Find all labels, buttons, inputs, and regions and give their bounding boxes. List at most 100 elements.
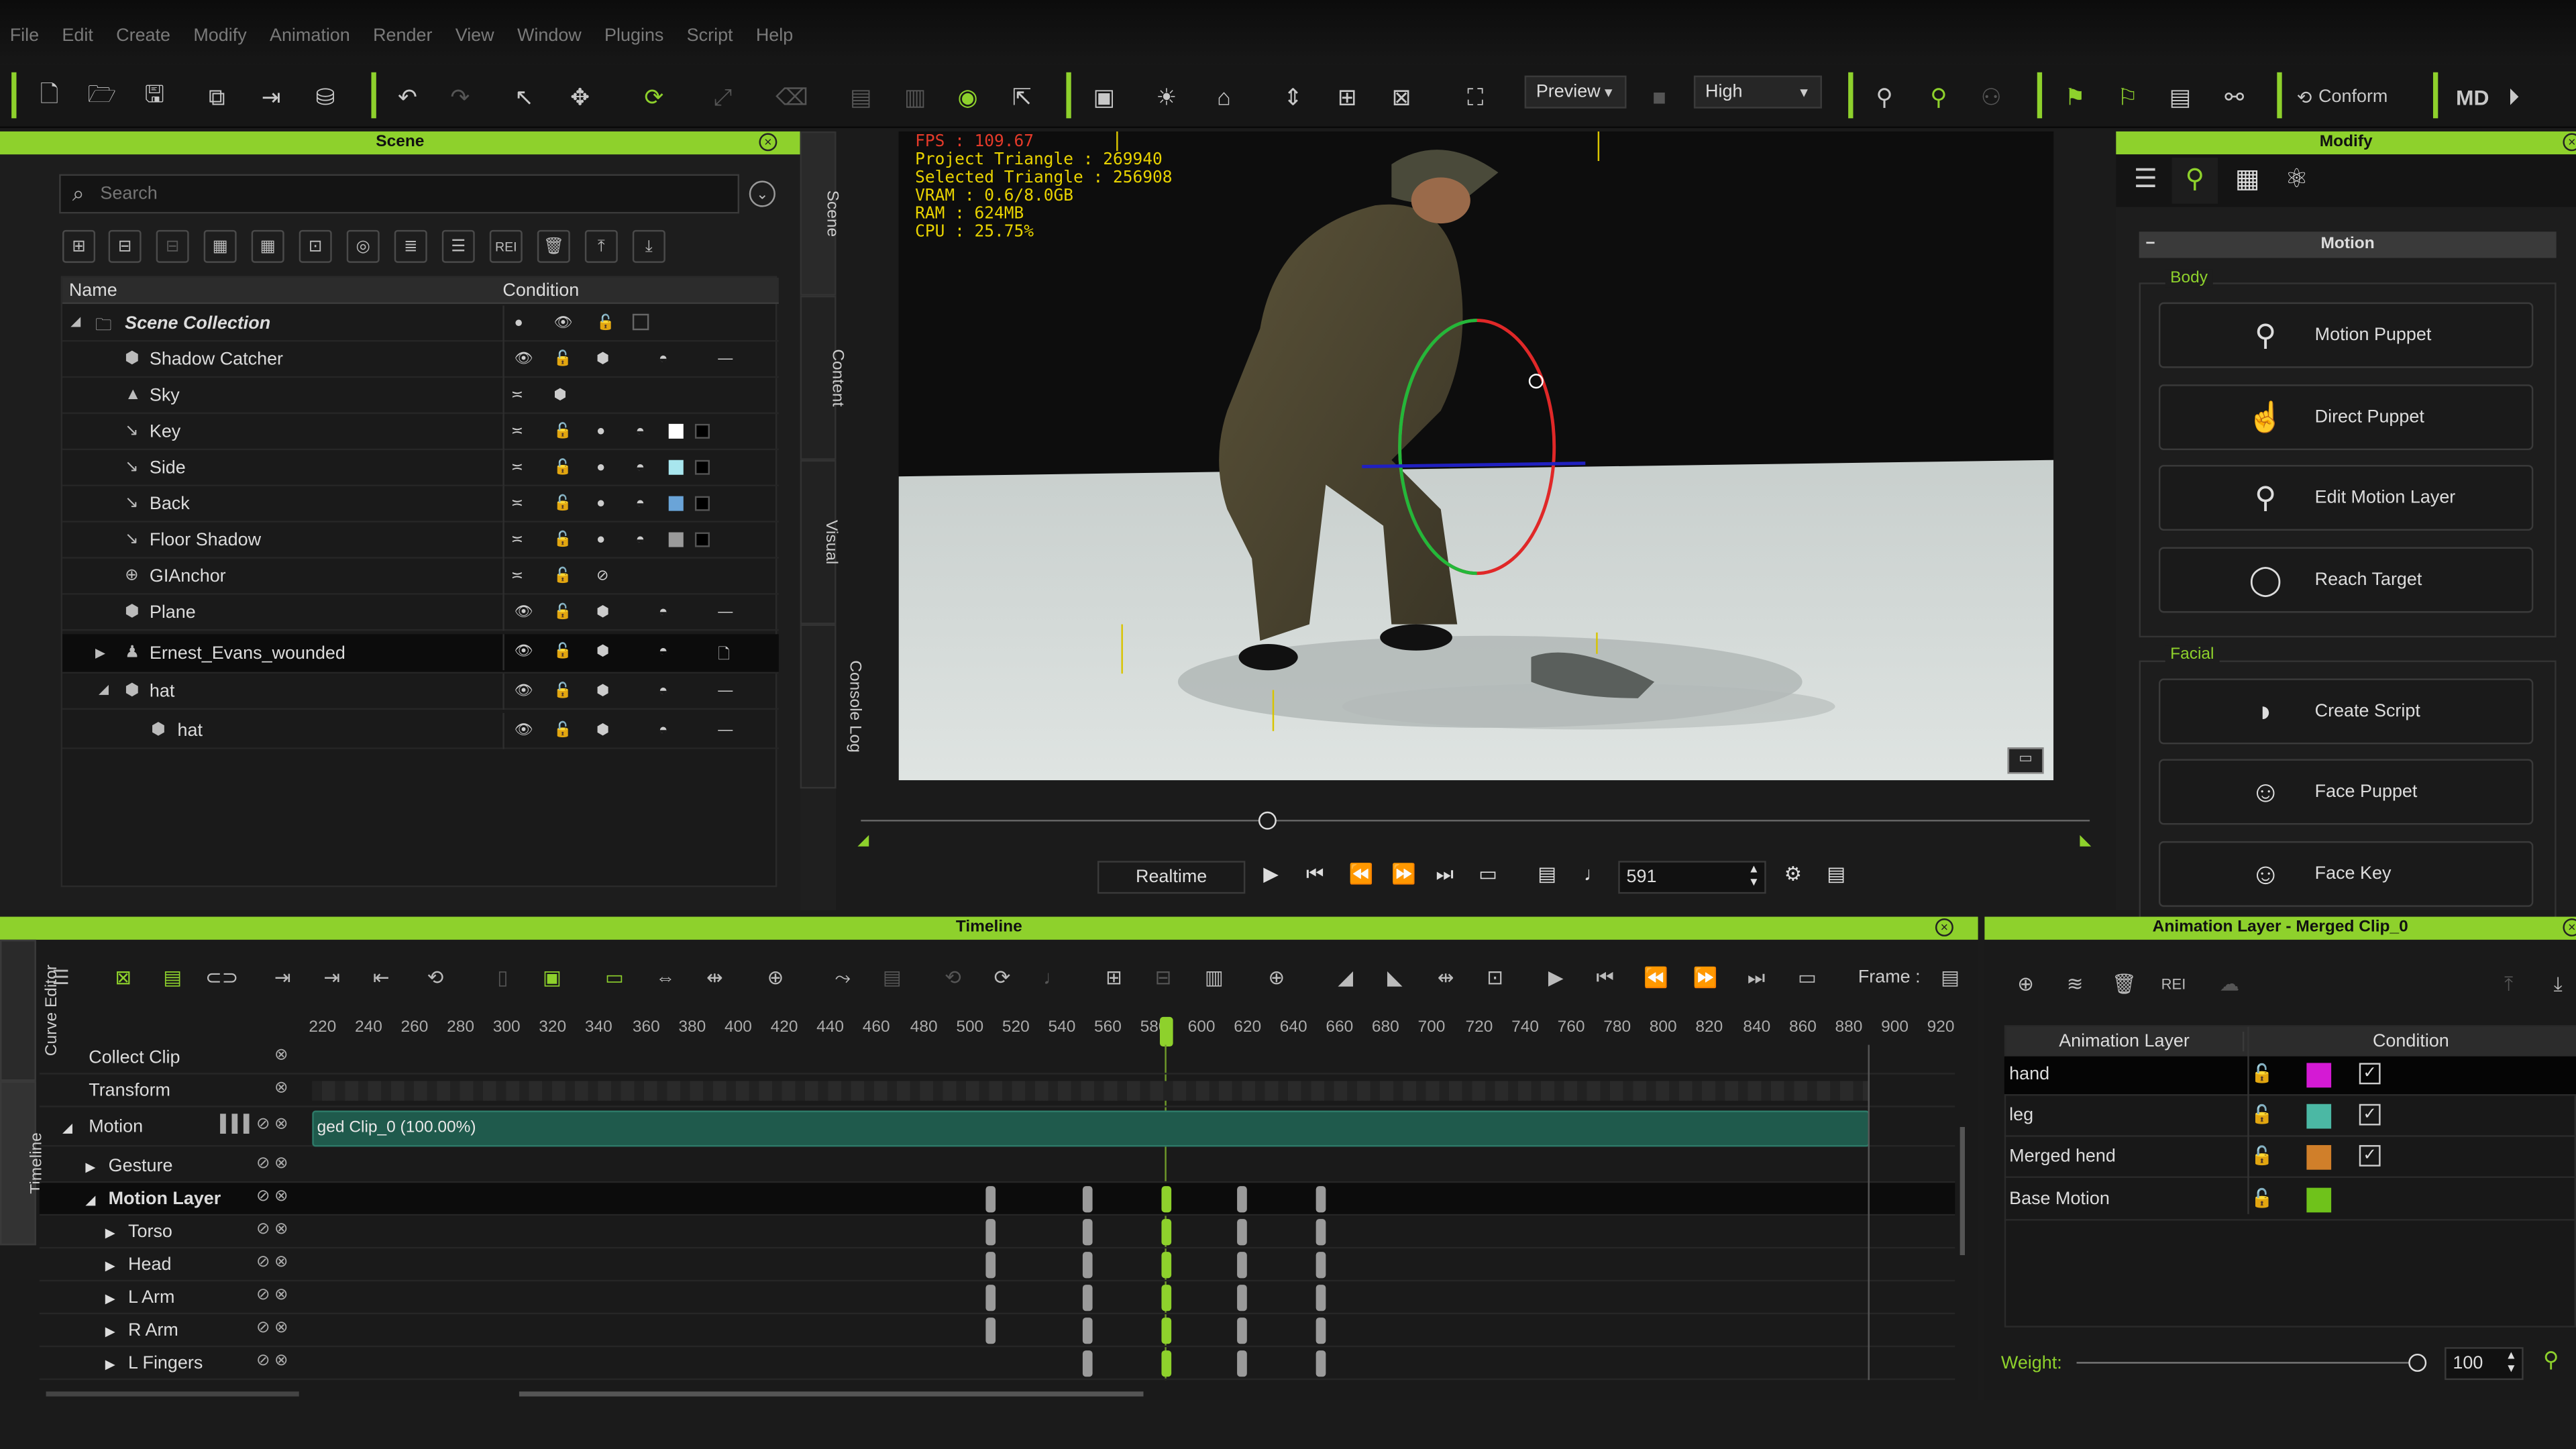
tree-row-selected[interactable]: ▶ ♟ Ernest_Evans_wounded 👁 🔓 ⬢ ◓ 🗋 <box>62 634 779 674</box>
sphere-icon[interactable]: ◓ <box>636 494 645 511</box>
track-row[interactable]: ▶ R Arm ⊘ ⊗ <box>39 1314 1955 1348</box>
tab-visual[interactable]: Visual <box>800 460 840 625</box>
tab-scene[interactable]: Scene <box>800 131 841 296</box>
tree-row[interactable]: ⬢ hat 👁 🔓 ⬢ ◓ — <box>62 712 779 749</box>
next-key-icon[interactable]: ◣ <box>1380 963 1409 992</box>
export-icon[interactable]: ⇥ <box>255 80 288 113</box>
cube-icon[interactable]: ⬢ <box>596 350 609 368</box>
quality-dropdown[interactable]: High ▼ <box>1693 75 1822 109</box>
insert-key-icon[interactable]: ⇥ <box>268 963 297 992</box>
redo-icon[interactable]: ↷ <box>443 80 476 113</box>
layer-row-selected[interactable]: hand 🔓 ✓ <box>2004 1056 2576 1096</box>
light-icon[interactable]: ☀ <box>1150 80 1183 113</box>
usd-export-icon[interactable]: ⛁ <box>309 80 341 113</box>
hidden-eye-icon[interactable]: ≍ <box>511 422 523 440</box>
track-close-icon[interactable]: ⊗ <box>274 1352 288 1371</box>
cube-icon[interactable]: ⬢ <box>596 643 609 661</box>
clipboard-icon[interactable]: ▤ <box>2163 80 2196 113</box>
keyframe[interactable] <box>1082 1219 1093 1246</box>
move-icon[interactable]: ✥ <box>564 80 596 113</box>
track-row[interactable]: ▶ Head ⊘ ⊗ <box>39 1248 1955 1282</box>
light-color-swatch[interactable] <box>668 532 684 547</box>
search-field[interactable]: ⌕ <box>59 174 740 214</box>
add-collection-icon[interactable]: ⊞ <box>62 229 96 263</box>
layer-checkbox[interactable]: ✓ <box>2359 1063 2381 1085</box>
pin-icon[interactable]: ⚲ <box>2543 1347 2559 1373</box>
motion-key-icon[interactable]: ⚑ <box>2059 80 2092 113</box>
collapsed-arrow-icon[interactable]: ▶ <box>105 1324 115 1339</box>
dot-icon[interactable]: ● <box>596 422 605 438</box>
stretch-icon[interactable]: ⇔ <box>651 963 680 992</box>
scale-icon[interactable]: ⤢ <box>706 80 739 113</box>
align-icon[interactable]: ▤ <box>845 80 877 113</box>
dash-icon[interactable]: — <box>718 682 733 698</box>
expanded-arrow-icon[interactable]: ◢ <box>99 682 109 696</box>
hidden-eye-icon[interactable]: ≍ <box>511 531 523 549</box>
link-icon[interactable]: ⊂⊃ <box>205 963 238 992</box>
checkbox-icon[interactable] <box>632 313 649 331</box>
close-icon[interactable]: × <box>2563 133 2576 152</box>
chat-bubble-icon[interactable]: ▭ <box>2007 747 2044 774</box>
sphere-icon[interactable]: ◓ <box>636 458 645 474</box>
layer-row[interactable]: leg 🔓 ✓ <box>2004 1097 2576 1137</box>
move-bottom-icon[interactable]: ⤓ <box>632 229 665 263</box>
fit-vertical-icon[interactable]: ⇕ <box>1277 80 1309 113</box>
disabled-tool-icon[interactable]: ▤ <box>877 963 907 992</box>
edit-motion-layer-button[interactable]: ⚲ Edit Motion Layer <box>2158 465 2534 531</box>
bars-icon[interactable]: ▌▌▌ <box>220 1116 255 1134</box>
distribute-icon[interactable]: ▥ <box>899 80 932 113</box>
add-clip-icon[interactable]: ⊕ <box>761 963 790 992</box>
expanded-arrow-icon[interactable]: ◢ <box>62 1120 72 1135</box>
page-icon[interactable]: 🗋 <box>718 643 730 669</box>
sphere-icon[interactable]: ◓ <box>659 603 667 619</box>
rename-icon[interactable]: REI <box>489 229 523 263</box>
keyframe[interactable] <box>1237 1252 1247 1279</box>
keyframe-current[interactable] <box>1161 1350 1172 1377</box>
transform-track-strip[interactable] <box>312 1081 1870 1101</box>
zoom-icon[interactable]: ⊕ <box>1262 963 1291 992</box>
lock-icon[interactable]: 🔓 <box>2251 1063 2273 1084</box>
drop-object-icon[interactable]: ⇱ <box>1006 80 1038 113</box>
tree-row[interactable]: ↘ Side ≍ 🔓 ● ◓ <box>62 450 779 486</box>
track-toggle-icon[interactable]: ⊘ <box>256 1254 270 1272</box>
sphere-icon[interactable]: ◓ <box>636 531 645 547</box>
motion-section-header[interactable]: − Motion <box>2139 231 2557 258</box>
import-icon[interactable]: ⧉ <box>201 80 233 113</box>
rewind-icon[interactable]: ⏪ <box>1349 863 1374 885</box>
track-row[interactable]: Transform ⊗ <box>39 1075 1955 1108</box>
keyframe[interactable] <box>1237 1219 1247 1246</box>
eye-icon[interactable]: 👁 <box>515 643 533 661</box>
motion-puppet-button[interactable]: ⚲ Motion Puppet <box>2158 302 2534 368</box>
keyframe[interactable] <box>985 1285 996 1311</box>
layer-row[interactable]: Base Motion 🔓 <box>2004 1181 2576 1221</box>
undo-icon[interactable]: ↶ <box>391 80 424 113</box>
loop-key-icon[interactable]: ⟲ <box>421 963 450 992</box>
range-start-marker[interactable]: ◢ <box>857 831 869 849</box>
disabled-tool-icon[interactable]: ♩ <box>1038 963 1068 992</box>
play-icon[interactable]: ▶ <box>1541 963 1570 992</box>
rewind-icon[interactable]: ⏪ <box>1642 963 1671 992</box>
lock-icon[interactable]: 🔓 <box>553 643 572 661</box>
hidden-eye-icon[interactable]: ≍ <box>511 494 523 513</box>
layer-checkbox[interactable]: ✓ <box>2359 1104 2381 1126</box>
frame-ruler[interactable]: 220 240 260 280 300 320 340 360 380 400 … <box>309 1018 1955 1041</box>
visibility-eye-icon[interactable]: ◉ <box>951 80 984 113</box>
camera-record-icon[interactable]: ■ <box>1643 80 1676 113</box>
tab-physics-icon[interactable]: ⚛ <box>2273 158 2320 204</box>
timeline-options-icon[interactable]: ▤ <box>1935 963 1965 992</box>
sphere-icon[interactable]: ◓ <box>659 350 667 366</box>
lock-icon[interactable]: 🔓 <box>2251 1188 2273 1209</box>
collect-clip-icon[interactable]: ⊠ <box>109 963 138 992</box>
collapsed-arrow-icon[interactable]: ▶ <box>105 1258 115 1273</box>
dot-icon[interactable]: ● <box>596 531 605 547</box>
eye-icon[interactable]: 👁 <box>515 603 533 621</box>
crowd-icon[interactable]: ⚇ <box>1975 80 2008 113</box>
eraser-icon[interactable]: ⌫ <box>775 80 808 113</box>
keyframe[interactable] <box>1316 1350 1326 1377</box>
lock-icon[interactable]: 🔓 <box>553 350 572 368</box>
track-toggle-icon[interactable]: ⊘ <box>256 1287 270 1305</box>
collapsed-arrow-icon[interactable]: ▶ <box>105 1357 115 1372</box>
tree-row[interactable]: ↘ Key ≍ 🔓 ● ◓ <box>62 414 779 451</box>
track-row[interactable]: ▶ L Arm ⊘ ⊗ <box>39 1281 1955 1315</box>
rename-layer-icon[interactable]: REI <box>2159 969 2188 999</box>
